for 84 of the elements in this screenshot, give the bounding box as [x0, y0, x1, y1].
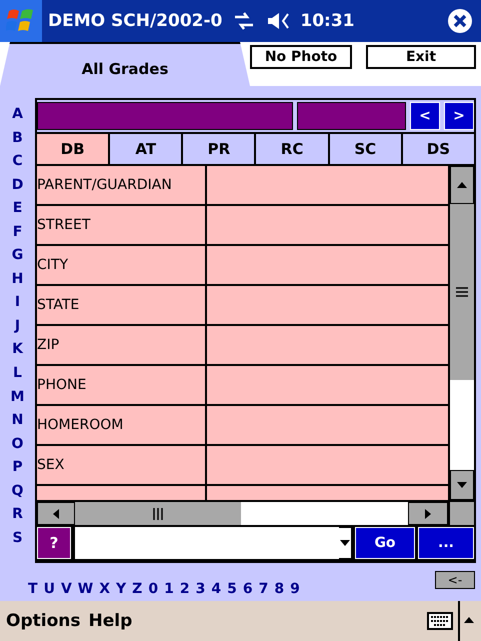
- field-label: HOMEROOM: [37, 406, 205, 444]
- index-letter[interactable]: N: [12, 412, 24, 428]
- field-value[interactable]: [207, 246, 448, 284]
- horizontal-scrollbar[interactable]: [37, 502, 448, 525]
- index-letter[interactable]: Z: [132, 581, 142, 597]
- field-value[interactable]: [207, 406, 448, 444]
- index-letter[interactable]: D: [12, 176, 24, 193]
- index-letter[interactable]: P: [12, 459, 23, 476]
- index-letter[interactable]: C: [12, 153, 23, 170]
- index-letter[interactable]: 7: [258, 581, 268, 597]
- index-letter[interactable]: I: [14, 294, 20, 310]
- nav-button[interactable]: <: [410, 102, 440, 130]
- more-button[interactable]: ...: [418, 527, 474, 559]
- scroll-left-button[interactable]: [37, 502, 75, 525]
- tab[interactable]: All Grades: [0, 42, 250, 86]
- field-value[interactable]: [207, 206, 448, 244]
- field-label: CITY: [37, 246, 205, 284]
- field-value[interactable]: [207, 326, 448, 364]
- field-label: STATE: [37, 286, 205, 324]
- scroll-right-button[interactable]: [408, 502, 448, 525]
- up-arrow-icon[interactable]: [457, 601, 475, 641]
- index-letter[interactable]: E: [12, 200, 22, 216]
- index-letter[interactable]: Y: [116, 581, 126, 597]
- index-letter[interactable]: M: [10, 388, 24, 405]
- index-letter[interactable]: H: [12, 270, 24, 287]
- index-letter[interactable]: B: [12, 130, 23, 146]
- index-letter[interactable]: U: [44, 581, 55, 597]
- field-label: SEX: [37, 446, 205, 484]
- field-value[interactable]: [207, 446, 448, 484]
- index-letter[interactable]: 0: [148, 581, 158, 597]
- toolbar-button[interactable]: Exit: [366, 45, 476, 69]
- start-button[interactable]: [0, 0, 42, 42]
- index-letter[interactable]: T: [28, 581, 38, 597]
- index-letter[interactable]: V: [60, 581, 72, 597]
- index-letter[interactable]: 3: [196, 581, 206, 597]
- index-letter[interactable]: 4: [211, 581, 222, 597]
- field-label: PARENT/GUARDIAN: [37, 166, 205, 204]
- index-letter[interactable]: O: [12, 436, 24, 452]
- grid-tab[interactable]: SC: [330, 134, 401, 164]
- index-letter[interactable]: A: [12, 106, 23, 122]
- index-letter[interactable]: S: [12, 530, 23, 546]
- index-letter[interactable]: F: [12, 224, 22, 240]
- index-letter[interactable]: L: [13, 365, 22, 382]
- index-letter[interactable]: 5: [227, 581, 237, 597]
- scroll-up-button[interactable]: [450, 166, 474, 204]
- index-letter[interactable]: Q: [12, 482, 24, 499]
- index-letter[interactable]: K: [12, 341, 23, 358]
- nav-button[interactable]: >: [444, 102, 474, 130]
- grip-icon: [456, 286, 468, 297]
- keyboard-icon[interactable]: [427, 612, 453, 630]
- grid-tab[interactable]: AT: [110, 134, 182, 164]
- window-title: DEMO SCH/2002-0: [48, 11, 222, 31]
- index-letter[interactable]: X: [99, 581, 110, 597]
- index-letter[interactable]: 9: [290, 581, 300, 597]
- grid-tab[interactable]: DB: [37, 134, 108, 164]
- clock-time: 10:31: [300, 11, 354, 31]
- grid-tab[interactable]: RC: [256, 134, 328, 164]
- field-label: STREET: [37, 206, 205, 244]
- help-button[interactable]: ?: [37, 527, 71, 559]
- field-label: ZIP: [37, 326, 205, 364]
- index-letter[interactable]: W: [78, 581, 94, 597]
- grid-tab[interactable]: DS: [402, 134, 474, 164]
- vertical-scrollbar[interactable]: [450, 166, 474, 500]
- grid-tab[interactable]: PR: [183, 134, 254, 164]
- index-letter[interactable]: 8: [274, 581, 284, 597]
- index-letter[interactable]: 1: [164, 581, 174, 597]
- index-letter[interactable]: J: [14, 318, 20, 334]
- go-button[interactable]: Go: [355, 527, 415, 559]
- grip-icon: [153, 508, 163, 520]
- scroll-down-button[interactable]: [450, 470, 474, 500]
- toolbar-button[interactable]: No Photo: [250, 45, 352, 69]
- field-value[interactable]: [207, 366, 448, 404]
- field-value[interactable]: [207, 166, 448, 204]
- field-value[interactable]: [207, 286, 448, 324]
- close-icon[interactable]: [447, 8, 473, 34]
- menu-item[interactable]: Help: [88, 611, 140, 631]
- index-letter[interactable]: 2: [180, 581, 190, 597]
- index-letter[interactable]: G: [12, 247, 24, 264]
- field-label: PHONE: [37, 366, 205, 404]
- backspace-button[interactable]: <-: [435, 571, 475, 589]
- index-letter[interactable]: R: [12, 506, 23, 522]
- scrollbar-corner: [450, 502, 474, 525]
- index-letter[interactable]: 6: [242, 581, 253, 597]
- menu-item[interactable]: Options: [6, 611, 88, 631]
